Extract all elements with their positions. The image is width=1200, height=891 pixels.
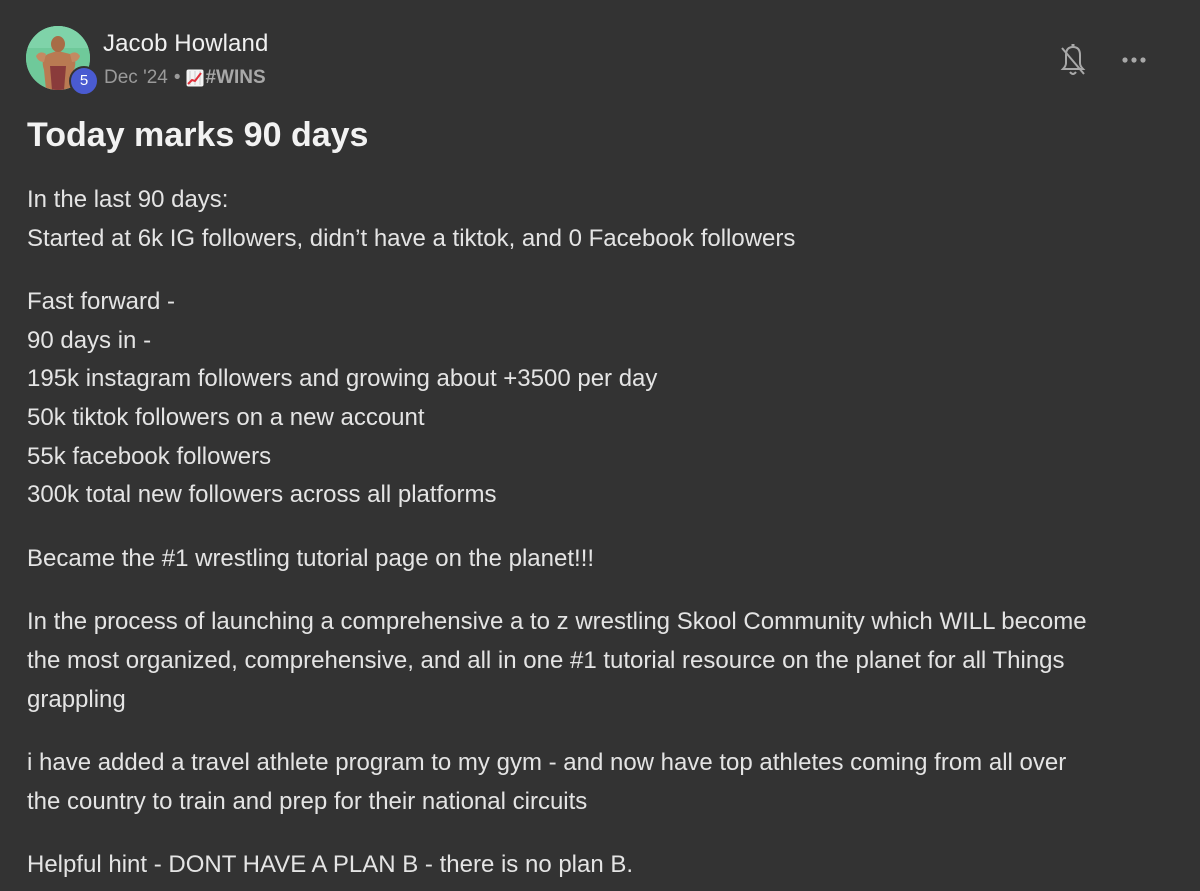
body-line: i have added a travel athlete program to… [27,749,1067,777]
body-line: 300k total new followers across all plat… [27,481,497,509]
avatar[interactable]: 5 [26,26,99,96]
post-body: In the last 90 days: Started at 6k IG fo… [27,181,1177,891]
more-options-icon[interactable] [1118,48,1152,72]
body-line: the country to train and prep for their … [27,787,588,815]
post-meta: Dec '24 • #WINS [104,67,266,89]
author-name[interactable]: Jacob Howland [103,30,268,58]
post-title: Today marks 90 days [27,116,369,154]
body-line: Fast forward - [27,288,176,316]
chart-increasing-icon [186,69,204,87]
body-line: 90 days in - [27,326,152,354]
post-date[interactable]: Dec '24 [104,67,168,89]
body-line: 55k facebook followers [27,442,272,470]
body-line: In the last 90 days: [27,186,229,213]
body-line: 50k tiktok followers on a new account [27,403,425,431]
body-line: grappling [27,685,126,713]
paragraph: Became the #1 wrestling tutorial page on… [27,540,1177,579]
paragraph: In the process of launching a comprehens… [27,603,1177,719]
paragraph: In the last 90 days: Started at 6k IG fo… [27,181,1177,258]
body-line: Helpful hint - DONT HAVE A PLAN B - ther… [27,851,634,879]
bell-off-icon[interactable] [1059,44,1087,78]
paragraph: Helpful hint - DONT HAVE A PLAN B - ther… [27,846,1177,885]
body-line: the most organized, comprehensive, and a… [27,646,1065,674]
level-badge: 5 [69,66,99,96]
body-line: 195k instagram followers and growing abo… [27,365,658,393]
body-line: In the process of launching a comprehens… [27,608,1087,636]
post-card: 5 Jacob Howland Dec '24 • #WINS Today ma… [0,0,1200,891]
meta-separator: • [173,67,181,88]
body-line: Became the #1 wrestling tutorial page on… [27,544,595,572]
paragraph: Fast forward - 90 days in - 195k instagr… [27,283,1177,515]
paragraph: i have added a travel athlete program to… [27,744,1177,821]
body-line: Started at 6k IG followers, didn’t have … [27,224,796,252]
post-category[interactable]: #WINS [205,67,265,89]
